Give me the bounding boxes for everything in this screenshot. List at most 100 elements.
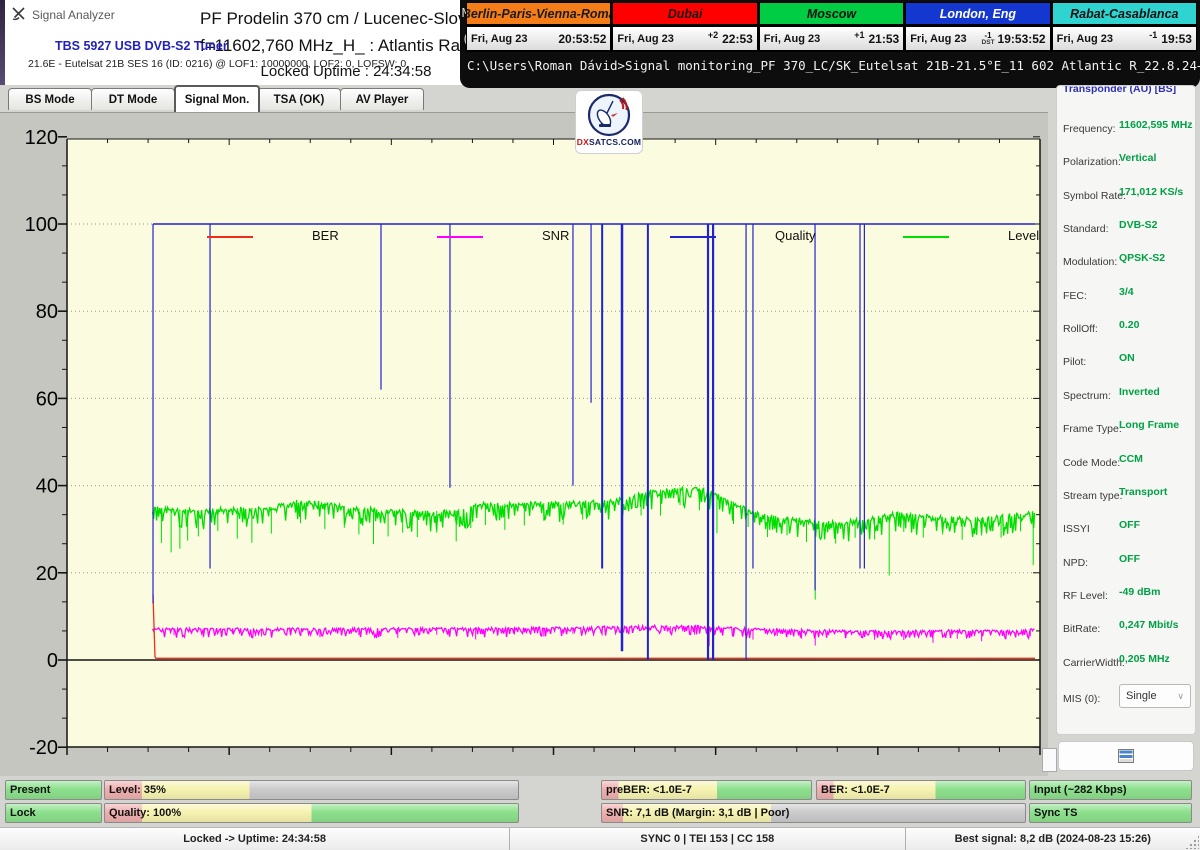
mis-label: MIS (0):: [1063, 693, 1100, 705]
sidebar-value: OFF: [1119, 519, 1140, 531]
tab-signal-mon-[interactable]: Signal Mon.: [174, 85, 260, 112]
sidebar-label: Pilot:: [1063, 356, 1086, 368]
list-icon: [1118, 749, 1134, 763]
clock-city-4: Rabat-Casablanca: [1052, 2, 1197, 25]
mis-dropdown[interactable]: Single ∨: [1119, 684, 1191, 708]
app-window: Signal Analyzer PF Prodelin 370 cm / Luc…: [0, 0, 1200, 850]
sidebar-value: 11602,595 MHz: [1119, 119, 1193, 131]
sidebar-value: 0,247 Mbit/s: [1119, 619, 1179, 631]
sidebar-row-0: Frequency: 11602,595 MHz: [1063, 119, 1193, 133]
clock-time-4: Fri, Aug 23-119:53: [1052, 26, 1197, 51]
sidebar-row-9: Frame Type: Long Frame: [1063, 419, 1193, 433]
gauge-input-282-kbps-: Input (~282 Kbps): [1029, 780, 1192, 800]
status-best-signal: Best signal: 8,2 dB (2024-08-23 15:26): [906, 828, 1200, 850]
tab-av-player[interactable]: AV Player: [340, 88, 424, 110]
gauge-present: Present: [5, 780, 102, 800]
mode-tabs: BS ModeDT ModeSignal Mon.TSA (OK)AV Play…: [6, 85, 436, 112]
sidebar-value: QPSK-S2: [1119, 252, 1165, 264]
dish-location-title: PF Prodelin 370 cm / Lucenec-Slovakia: [200, 9, 462, 29]
sidebar-value: 171,012 KS/s: [1119, 186, 1183, 198]
status-sync-counters: SYNC 0 | TEI 153 | CC 158: [510, 828, 905, 850]
sidebar-action-button[interactable]: [1058, 741, 1194, 771]
signal-analyzer-icon: [11, 6, 27, 22]
sidebar-value: OFF: [1119, 553, 1140, 565]
sidebar-label: Modulation:: [1063, 256, 1117, 268]
sidebar-label: Polarization:: [1063, 156, 1121, 168]
sidebar-label: FEC:: [1063, 290, 1087, 302]
satellite-dish-logo-icon: [583, 91, 635, 139]
sidebar-row-7: Pilot: ON: [1063, 352, 1193, 366]
gauge-ber: BER: <1.0E-7: [816, 780, 1026, 800]
sidebar-value: DVB-S2: [1119, 219, 1158, 231]
clock-city-2: Moscow: [759, 2, 904, 25]
y-axis-label: 120: [25, 127, 58, 149]
y-axis-label: 80: [36, 301, 58, 323]
legend-line-ber: [207, 236, 253, 238]
sidebar-row-12: ISSYI OFF: [1063, 519, 1193, 533]
sidebar-label: RF Level:: [1063, 590, 1108, 602]
sidebar-value: 3/4: [1119, 286, 1134, 298]
legend-label-level: Level: [1008, 228, 1039, 243]
chart-panel: 120100806040200-20 BERSNRQualityLevel: [0, 112, 1048, 776]
clock-time-2: Fri, Aug 23+121:53: [759, 26, 904, 51]
dxsatcs-logo: DXSATCS.COM: [575, 90, 643, 154]
gauge-preber: preBER: <1.0E-7: [601, 780, 812, 800]
sidebar-label: Spectrum:: [1063, 390, 1111, 402]
sidebar-row-8: Spectrum: Inverted: [1063, 386, 1193, 400]
chart-scrollbar[interactable]: [1042, 748, 1057, 772]
sidebar-label: RollOff:: [1063, 323, 1098, 335]
sidebar-value: 0,205 MHz: [1119, 653, 1170, 665]
sidebar-label: BitRate:: [1063, 623, 1100, 635]
sidebar-row-3: Standard: DVB-S2: [1063, 219, 1193, 233]
sidebar-row-11: Stream type: Transport: [1063, 486, 1193, 500]
legend-line-level: [903, 236, 949, 238]
tab-dt-mode[interactable]: DT Mode: [91, 88, 175, 110]
gauge-sync-ts: Sync TS: [1029, 803, 1192, 823]
gauge-snr: SNR: 7,1 dB (Margin: 3,1 dB | Poor): [601, 803, 1026, 823]
legend-label-quality: Quality: [775, 228, 815, 243]
sidebar-label: Stream type:: [1063, 490, 1123, 502]
sidebar-label: CarrierWidth:: [1063, 657, 1125, 669]
console-prompt-line: C:\Users\Roman Dávid>Signal monitoring_P…: [467, 58, 1200, 73]
status-uptime: Locked -> Uptime: 24:34:58: [0, 828, 510, 850]
status-bar: Locked -> Uptime: 24:34:58 SYNC 0 | TEI …: [0, 827, 1200, 850]
signal-chart: 120100806040200-20: [0, 113, 1048, 776]
sidebar-value: Vertical: [1119, 152, 1156, 164]
gauge-level: Level: 35%: [104, 780, 519, 800]
sidebar-row-2: Symbol Rate: 171,012 KS/s: [1063, 186, 1193, 200]
transponder-sidebar: Transponder (AU) [BS] Frequency: 11602,5…: [1056, 85, 1196, 735]
sidebar-label: NPD:: [1063, 557, 1088, 569]
mis-dropdown-value: Single: [1126, 690, 1157, 702]
sidebar-row-6: RollOff: 0.20: [1063, 319, 1193, 333]
sidebar-row-15: BitRate: 0,247 Mbit/s: [1063, 619, 1193, 633]
tuner-lnb-settings: 21.6E - Eutelsat 21B SES 16 (ID: 0216) @…: [28, 58, 406, 70]
y-axis-label: 100: [25, 214, 58, 236]
sidebar-value: Inverted: [1119, 386, 1160, 398]
window-border: [0, 0, 5, 85]
world-clock-panel: Berlin-Paris-Vienna-RomaDubaiMoscowLondo…: [466, 2, 1197, 52]
frequency-title: f=11602,760 MHz_H_ : Atlantis Radio: [200, 36, 462, 56]
sidebar-row-5: FEC: 3/4: [1063, 286, 1193, 300]
tab-bs-mode[interactable]: BS Mode: [8, 88, 92, 110]
y-axis-label: 60: [36, 388, 58, 410]
sidebar-value: -49 dBm: [1119, 586, 1160, 598]
chevron-down-icon: ∨: [1177, 691, 1184, 702]
y-axis-label: 20: [36, 563, 58, 585]
tab-tsa-ok-[interactable]: TSA (OK): [257, 88, 341, 110]
legend-line-snr: [437, 236, 483, 238]
sidebar-value: Transport: [1119, 486, 1167, 498]
sidebar-value: ON: [1119, 352, 1135, 364]
sidebar-value: CCM: [1119, 453, 1143, 465]
sidebar-label: Code Mode:: [1063, 457, 1120, 469]
sidebar-row-16: CarrierWidth: 0,205 MHz: [1063, 653, 1193, 667]
legend-label-ber: BER: [312, 228, 339, 243]
sidebar-label: Standard:: [1063, 223, 1109, 235]
clock-city-1: Dubai: [612, 2, 757, 25]
sidebar-value: Long Frame: [1119, 419, 1179, 431]
clock-time-1: Fri, Aug 23+222:53: [612, 26, 757, 51]
sidebar-row-14: RF Level: -49 dBm: [1063, 586, 1193, 600]
y-axis-label: 40: [36, 476, 58, 498]
sidebar-value: 0.20: [1119, 319, 1139, 331]
sidebar-row-13: NPD: OFF: [1063, 553, 1193, 567]
window-title: Signal Analyzer: [32, 8, 115, 22]
